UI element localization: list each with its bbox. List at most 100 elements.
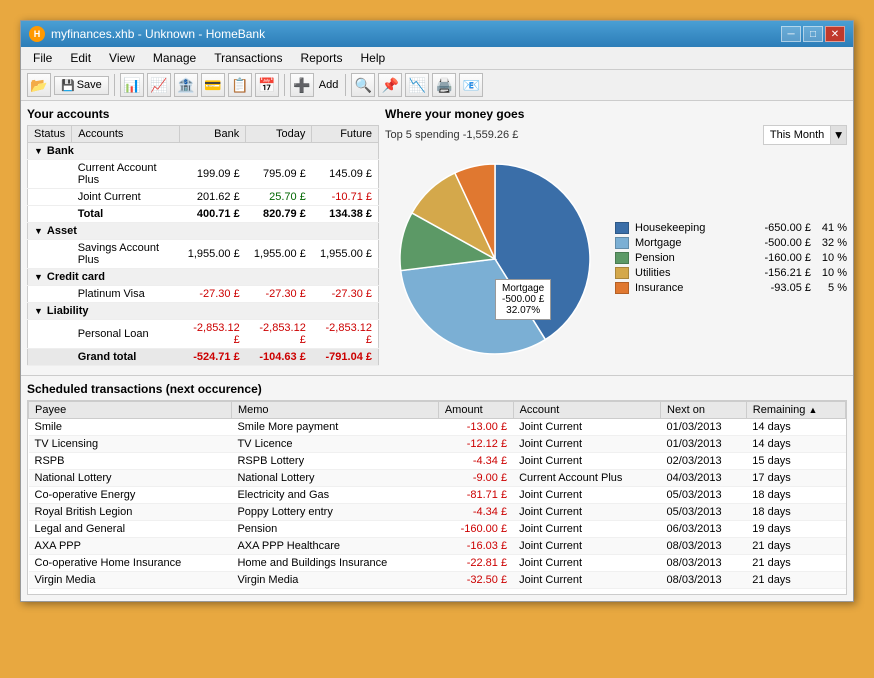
toolbar-btn10[interactable]: 🖨️ <box>432 73 456 97</box>
toolbar-btn1[interactable]: 📊 <box>120 73 144 97</box>
future-val: -2,853.12 £ <box>312 320 379 349</box>
menu-file[interactable]: File <box>25 49 60 67</box>
menu-transactions[interactable]: Transactions <box>206 49 290 67</box>
table-row[interactable]: Personal Loan -2,853.12 £ -2,853.12 £ -2… <box>28 320 379 349</box>
nexton-cell: 02/03/2013 <box>661 453 747 470</box>
table-row[interactable]: AXA PPP AXA PPP Healthcare -16.03 £ Join… <box>29 538 846 555</box>
col-remaining[interactable]: Remaining ▲ <box>746 402 845 419</box>
legend-item: Pension -160.00 £ 10 % <box>615 252 847 264</box>
legend-pct: 41 % <box>817 222 847 234</box>
save-label: Save <box>77 79 102 91</box>
toolbar-btn8[interactable]: 📌 <box>378 73 402 97</box>
menu-help[interactable]: Help <box>352 49 393 67</box>
account-name: Joint Current <box>72 189 180 206</box>
col-future: Future <box>312 126 379 143</box>
today-val: -2,853.12 £ <box>246 320 312 349</box>
bank-val: 199.09 £ <box>180 160 246 189</box>
gt-bank: -524.71 £ <box>180 349 246 366</box>
table-row[interactable]: Co-operative Home Insurance Home and Bui… <box>29 555 846 572</box>
toolbar: 📂 💾 Save 📊 📈 🏦 💳 📋 📅 ➕ Add 🔍 📌 📉 🖨️ 📧 <box>21 70 853 101</box>
minimize-button[interactable]: ─ <box>781 26 801 42</box>
legend-color <box>615 237 629 249</box>
accounts-panel: Your accounts Status Accounts Bank Today… <box>27 107 379 369</box>
month-dropdown-btn[interactable]: ▾ <box>830 126 846 144</box>
expand-liability-icon: ▼ <box>34 306 43 316</box>
main-content: Your accounts Status Accounts Bank Today… <box>21 101 853 375</box>
bank-val: 1,955.00 £ <box>180 240 246 269</box>
menu-edit[interactable]: Edit <box>62 49 99 67</box>
month-selector[interactable]: This Month ▾ <box>763 125 847 145</box>
title-controls: ─ □ ✕ <box>781 26 845 42</box>
gt-label: Grand total <box>72 349 180 366</box>
future-val: 145.09 £ <box>312 160 379 189</box>
legend-item: Housekeeping -650.00 £ 41 % <box>615 222 847 234</box>
status-cell <box>28 189 72 206</box>
group-asset: ▼Asset <box>28 223 379 240</box>
memo-cell: Electricity and Gas <box>231 487 438 504</box>
table-row[interactable]: Virgin Media Virgin Media -32.50 £ Joint… <box>29 572 846 589</box>
toolbar-btn11[interactable]: 📧 <box>459 73 483 97</box>
account-cell: Current Account Plus <box>513 470 660 487</box>
bank-val: -27.30 £ <box>180 286 246 303</box>
memo-cell: Smile More payment <box>231 419 438 436</box>
account-cell: Joint Current <box>513 436 660 453</box>
memo-cell: Home and Buildings Insurance <box>231 555 438 572</box>
remaining-cell: 21 days <box>746 572 845 589</box>
menu-view[interactable]: View <box>101 49 143 67</box>
status-cell <box>28 286 72 303</box>
account-cell: Joint Current <box>513 538 660 555</box>
group-bank: ▼Bank <box>28 143 379 160</box>
account-cell: Joint Current <box>513 487 660 504</box>
table-row[interactable]: Platinum Visa -27.30 £ -27.30 £ -27.30 £ <box>28 286 379 303</box>
table-row[interactable]: RSPB RSPB Lottery -4.34 £ Joint Current … <box>29 453 846 470</box>
accounts-title: Your accounts <box>27 107 379 121</box>
payee-cell: Royal British Legion <box>29 504 232 521</box>
memo-cell: AXA PPP Healthcare <box>231 538 438 555</box>
table-row[interactable]: Co-operative Energy Electricity and Gas … <box>29 487 846 504</box>
expand-asset-icon: ▼ <box>34 226 43 236</box>
future-val: -10.71 £ <box>312 189 379 206</box>
total-future: 134.38 £ <box>312 206 379 223</box>
toolbar-btn5[interactable]: 📋 <box>228 73 252 97</box>
toolbar-btn2[interactable]: 📈 <box>147 73 171 97</box>
toolbar-save[interactable]: 💾 Save <box>54 76 109 95</box>
spending-info: Top 5 spending -1,559.26 £ <box>385 129 518 141</box>
table-row[interactable]: TV Licensing TV Licence -12.12 £ Joint C… <box>29 436 846 453</box>
toolbar-btn7[interactable]: 🔍 <box>351 73 375 97</box>
legend-color <box>615 252 629 264</box>
toolbar-btn4[interactable]: 💳 <box>201 73 225 97</box>
table-row[interactable]: Savings Account Plus 1,955.00 £ 1,955.00… <box>28 240 379 269</box>
close-button[interactable]: ✕ <box>825 26 845 42</box>
grand-total-row: Grand total -524.71 £ -104.63 £ -791.04 … <box>28 349 379 366</box>
table-row[interactable]: Current Account Plus 199.09 £ 795.09 £ 1… <box>28 160 379 189</box>
legend-value: -156.21 £ <box>731 267 811 279</box>
table-row[interactable]: Joint Current 201.62 £ 25.70 £ -10.71 £ <box>28 189 379 206</box>
today-val: 25.70 £ <box>246 189 312 206</box>
legend-item: Utilities -156.21 £ 10 % <box>615 267 847 279</box>
table-row[interactable]: Smile Smile More payment -13.00 £ Joint … <box>29 419 846 436</box>
table-row[interactable]: Royal British Legion Poppy Lottery entry… <box>29 504 846 521</box>
spending-panel: Where your money goes Top 5 spending -1,… <box>385 107 847 369</box>
bank-val: 201.62 £ <box>180 189 246 206</box>
toolbar-btn6[interactable]: 📅 <box>255 73 279 97</box>
menu-reports[interactable]: Reports <box>292 49 350 67</box>
sort-arrow: ▲ <box>808 405 817 415</box>
save-icon: 💾 <box>61 79 75 92</box>
toolbar-btn9[interactable]: 📉 <box>405 73 429 97</box>
toolbar-btn3[interactable]: 🏦 <box>174 73 198 97</box>
payee-cell: Virgin Media <box>29 572 232 589</box>
toolbar-open[interactable]: 📂 <box>27 73 51 97</box>
spending-title: Where your money goes <box>385 107 847 121</box>
payee-cell: National Lottery <box>29 470 232 487</box>
toolbar-sep3 <box>345 74 346 96</box>
payee-cell: Co-operative Energy <box>29 487 232 504</box>
table-row[interactable]: National Lottery National Lottery -9.00 … <box>29 470 846 487</box>
bank-total-row: Total 400.71 £ 820.79 £ 134.38 £ <box>28 206 379 223</box>
legend-label: Housekeeping <box>635 222 725 234</box>
maximize-button[interactable]: □ <box>803 26 823 42</box>
toolbar-add[interactable]: ➕ <box>290 73 314 97</box>
table-row[interactable]: Legal and General Pension -160.00 £ Join… <box>29 521 846 538</box>
nexton-cell: 01/03/2013 <box>661 419 747 436</box>
menu-manage[interactable]: Manage <box>145 49 204 67</box>
remaining-cell: 18 days <box>746 487 845 504</box>
